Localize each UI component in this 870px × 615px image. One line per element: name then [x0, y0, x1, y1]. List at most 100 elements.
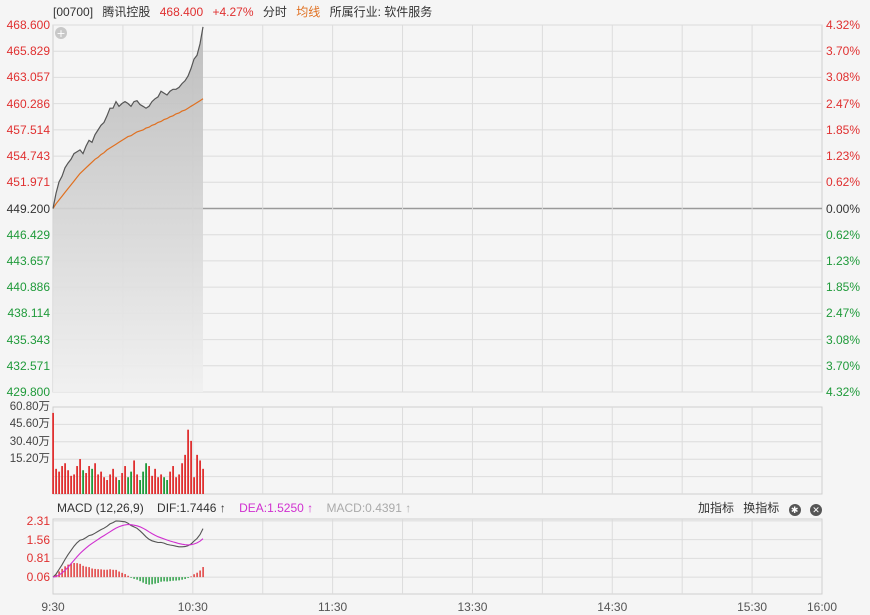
time-axis-label: 14:30 [597, 600, 628, 614]
volume-bar [160, 474, 162, 494]
macd-panel [52, 518, 823, 595]
add-indicator-button[interactable]: 加指标 [698, 501, 734, 515]
macd-histogram-bar [70, 563, 72, 578]
avg-line-label[interactable]: 均线 [296, 5, 320, 19]
volume-bar [70, 475, 72, 494]
volume-bar [112, 468, 114, 494]
volume-bar [97, 474, 99, 494]
volume-bar [202, 468, 204, 494]
arrow-up-icon: ↑ [216, 501, 226, 515]
volume-bar [151, 475, 153, 494]
macd-axis-label: 2.31 [26, 513, 50, 528]
volume-bar [100, 471, 102, 494]
macd-value: MACD:0.4391 ↑ [326, 501, 412, 515]
percent-axis-label: 4.32% [826, 18, 861, 32]
volume-bar [154, 468, 156, 494]
macd-histogram-bar [181, 577, 183, 580]
macd-histogram-bar [187, 577, 189, 579]
macd-histogram-bar [79, 563, 81, 578]
volume-axis-label: 60.80万 [9, 401, 50, 413]
macd-axis-label: 0.06 [26, 570, 50, 585]
volume-bar [172, 466, 174, 494]
macd-histogram-bar [172, 577, 174, 581]
volume-bar [67, 470, 69, 494]
macd-histogram-bar [184, 577, 186, 580]
price-axis-label: 465.829 [6, 44, 50, 59]
volume-bar [64, 463, 66, 494]
close-icon[interactable]: ✕ [810, 504, 822, 516]
volume-bar [76, 466, 78, 494]
price-axis-label: 443.657 [6, 253, 50, 268]
macd-axis-label: 1.56 [26, 532, 50, 547]
stock-name: 腾讯控股 [102, 5, 151, 19]
volume-bar [55, 468, 57, 494]
percent-axis-label: 0.62% [826, 227, 861, 242]
gear-icon[interactable]: ✱ [788, 504, 801, 516]
macd-histogram-bar [100, 569, 102, 578]
volume-bar [199, 460, 201, 494]
macd-histogram-bar [106, 569, 108, 578]
time-axis-label: 15:30 [737, 600, 768, 614]
price-change: +4.27% [212, 5, 254, 19]
macd-histogram-bar [136, 577, 138, 580]
percent-axis-label: 2.47% [826, 96, 861, 111]
macd-histogram-bar [139, 577, 141, 582]
volume-bar [61, 466, 63, 494]
volume-bar [163, 477, 165, 494]
macd-histogram-bar [163, 577, 165, 582]
intraday-chart[interactable]: + [0, 0, 870, 615]
macd-histogram-bar [142, 577, 144, 583]
switch-indicator-button[interactable]: 换指标 [743, 501, 779, 515]
price-axis-label: 446.429 [6, 227, 50, 242]
price-axis-label: 457.514 [6, 122, 50, 137]
volume-bar [157, 477, 159, 494]
macd-histogram-bar [121, 572, 123, 578]
price-axis-label: 449.200 [6, 201, 50, 216]
percent-axis-label: 3.08% [826, 70, 861, 85]
percent-axis-label: 1.85% [826, 280, 861, 295]
macd-histogram-bar [157, 577, 159, 583]
volume-bar [178, 474, 180, 494]
percent-axis-label: 2.47% [826, 306, 861, 321]
percent-axis-label: 0.62% [826, 175, 861, 190]
volume-bar [133, 460, 135, 494]
price-axis-label: 435.343 [6, 332, 50, 347]
volume-panel [52, 406, 823, 495]
macd-histogram-bar [124, 574, 126, 578]
macd-params[interactable]: MACD (12,26,9) [57, 501, 144, 515]
price-axis-label: 468.600 [6, 18, 50, 32]
macd-dea: DEA:1.5250 ↑ [239, 501, 314, 515]
macd-histogram-bar [190, 576, 192, 578]
volume-bar [109, 474, 111, 494]
volume-bar [139, 480, 141, 494]
volume-bar [142, 471, 144, 494]
volume-bar [103, 477, 105, 494]
price-axis-label: 429.800 [6, 385, 50, 399]
time-axis-label: 11:30 [318, 600, 348, 614]
time-axis-label: 9:30 [41, 600, 65, 614]
macd-histogram-bar [175, 577, 177, 581]
add-icon-glyph: + [56, 27, 65, 40]
volume-bar [52, 412, 54, 494]
industry-label: 所属行业: 软件服务 [329, 5, 433, 19]
percent-axis-label: 1.23% [826, 253, 861, 268]
volume-bar [94, 463, 96, 494]
volume-bar [184, 454, 186, 494]
macd-histogram-bar [178, 577, 180, 581]
volume-bar [145, 463, 147, 494]
current-price: 468.400 [159, 5, 204, 19]
macd-dif: DIF:1.7446 ↑ [157, 501, 226, 515]
percent-axis-label: 0.00% [826, 201, 861, 216]
arrow-up-icon: ↑ [401, 501, 412, 515]
macd-histogram-bar [88, 567, 90, 578]
macd-histogram-bar [202, 567, 204, 578]
volume-bar [187, 429, 189, 494]
price-axis-label: 432.571 [6, 358, 50, 373]
macd-histogram-bar [64, 566, 66, 578]
volume-bar [136, 474, 138, 494]
percent-axis-label: 3.08% [826, 332, 861, 347]
volume-bar [193, 477, 195, 494]
macd-histogram-bar [76, 563, 78, 578]
price-axis-label: 460.286 [6, 96, 50, 111]
time-axis-label: 10:30 [177, 600, 208, 614]
